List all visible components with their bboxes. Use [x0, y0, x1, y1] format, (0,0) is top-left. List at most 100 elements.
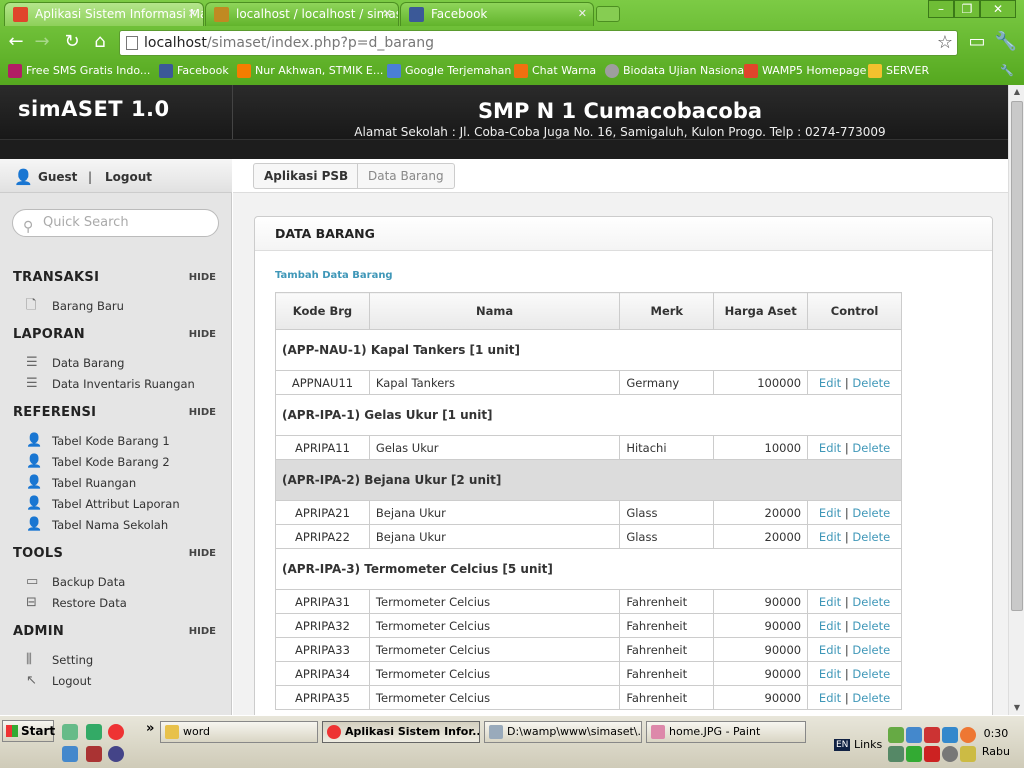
taskbar-button-chrome[interactable]: Aplikasi Sistem Infor...: [322, 721, 480, 743]
language-indicator[interactable]: EN: [834, 739, 851, 751]
wrench-icon[interactable]: 🔧: [994, 31, 1018, 55]
bookmark-star-icon[interactable]: ☆: [937, 31, 953, 55]
tray-icon[interactable]: [960, 727, 976, 743]
tray-icon[interactable]: [906, 746, 922, 762]
quick-search-input[interactable]: ⚲ Quick Search: [12, 209, 219, 237]
edit-link[interactable]: Edit: [819, 667, 841, 681]
bookmark-wamp5[interactable]: WAMP5 Homepage: [744, 62, 866, 80]
close-tab-icon[interactable]: ✕: [578, 3, 587, 25]
quicklaunch-more[interactable]: »: [146, 721, 154, 736]
bookmark-chat-warna[interactable]: Chat Warna: [514, 62, 596, 80]
edit-link[interactable]: Edit: [819, 619, 841, 633]
scrollbar-thumb[interactable]: [1011, 101, 1023, 611]
tray-icon[interactable]: [924, 746, 940, 762]
scroll-down-icon[interactable]: ▼: [1009, 701, 1024, 715]
sidebar-item-data-inventaris[interactable]: ☰ Data Inventaris Ruangan: [26, 374, 195, 394]
sidebar-item-nama-sekolah[interactable]: 👤 Tabel Nama Sekolah: [26, 515, 168, 535]
sidebar-item-backup-data[interactable]: ▭ Backup Data: [26, 572, 125, 592]
hide-toggle[interactable]: HIDE: [189, 626, 216, 637]
tray-icon[interactable]: [942, 727, 958, 743]
delete-link[interactable]: Delete: [852, 376, 890, 390]
sidebar-item-kode-barang-2[interactable]: 👤 Tabel Kode Barang 2: [26, 452, 170, 472]
clock[interactable]: 0:30 Rabu: [982, 725, 1010, 761]
section-tools: TOOLS HIDE: [13, 546, 218, 566]
hide-toggle[interactable]: HIDE: [189, 548, 216, 559]
tray-icon[interactable]: [888, 746, 904, 762]
start-button[interactable]: Start: [2, 720, 56, 742]
hide-toggle[interactable]: HIDE: [189, 272, 216, 283]
app-icon[interactable]: [86, 746, 102, 762]
edit-link[interactable]: Edit: [819, 691, 841, 705]
sidebar-item-logout[interactable]: ↖ Logout: [26, 671, 91, 691]
hide-toggle[interactable]: HIDE: [189, 329, 216, 340]
app-icon[interactable]: [86, 724, 102, 740]
address-bar[interactable]: localhost/simaset/index.php?p=d_barang ☆: [119, 30, 958, 56]
edit-link[interactable]: Edit: [819, 530, 841, 544]
edit-link[interactable]: Edit: [819, 441, 841, 455]
media-icon[interactable]: [108, 746, 124, 762]
back-button[interactable]: ←: [4, 31, 28, 55]
edit-link[interactable]: Edit: [819, 506, 841, 520]
tab-localhost[interactable]: localhost / localhost / simaset / ✕: [205, 2, 399, 26]
app-brand[interactable]: simASET 1.0: [18, 97, 170, 121]
network-icon[interactable]: [62, 724, 78, 740]
forward-button[interactable]: →: [30, 31, 54, 55]
edit-link[interactable]: Edit: [819, 643, 841, 657]
taskbar-button-paint[interactable]: home.JPG - Paint: [646, 721, 806, 743]
links-toolbar[interactable]: Links: [854, 738, 882, 751]
delete-link[interactable]: Delete: [852, 667, 890, 681]
user-name[interactable]: Guest: [38, 159, 77, 195]
sidebar-item-attribut-laporan[interactable]: 👤 Tabel Attribut Laporan: [26, 494, 180, 514]
tray-icon[interactable]: [924, 727, 940, 743]
sidebar-item-setting[interactable]: ⫼ Setting: [26, 650, 93, 670]
breadcrumb-data-barang[interactable]: Data Barang: [357, 163, 455, 189]
page-scrollbar[interactable]: ▲ ▼: [1008, 85, 1024, 715]
taskbar-button-notepad[interactable]: D:\wamp\www\simaset\...: [484, 721, 642, 743]
delete-link[interactable]: Delete: [852, 619, 890, 633]
tray-icon[interactable]: [960, 746, 976, 762]
bookmark-free-sms[interactable]: Free SMS Gratis Indo...: [8, 62, 150, 80]
breadcrumb-aplikasi-psb[interactable]: Aplikasi PSB: [253, 163, 360, 189]
delete-link[interactable]: Delete: [852, 691, 890, 705]
close-window-button[interactable]: ✕: [980, 0, 1016, 18]
sidebar-item-restore-data[interactable]: ⊟ Restore Data: [26, 593, 127, 613]
bookmark-facebook[interactable]: Facebook: [159, 62, 229, 80]
taskbar-button-word[interactable]: word: [160, 721, 318, 743]
maximize-button[interactable]: ❐: [954, 0, 980, 18]
home-button[interactable]: ⌂: [88, 31, 112, 55]
wrench-icon[interactable]: 🔧: [1000, 62, 1014, 80]
delete-link[interactable]: Delete: [852, 595, 890, 609]
tray-icon[interactable]: [888, 727, 904, 743]
edit-link[interactable]: Edit: [819, 595, 841, 609]
hide-toggle[interactable]: HIDE: [189, 407, 216, 418]
close-tab-icon[interactable]: ✕: [188, 3, 197, 25]
start-label: Start: [21, 724, 56, 738]
tambah-data-barang-link[interactable]: Tambah Data Barang: [275, 270, 393, 281]
page-menu-icon[interactable]: ▭: [965, 31, 989, 55]
bookmark-server[interactable]: SERVER: [868, 62, 929, 80]
app-icon[interactable]: [62, 746, 78, 762]
delete-link[interactable]: Delete: [852, 530, 890, 544]
delete-link[interactable]: Delete: [852, 506, 890, 520]
tab-facebook[interactable]: Facebook ✕: [400, 2, 594, 26]
sidebar-item-kode-barang-1[interactable]: 👤 Tabel Kode Barang 1: [26, 431, 170, 451]
tray-icon[interactable]: [906, 727, 922, 743]
chrome-icon[interactable]: [108, 724, 124, 740]
scroll-up-icon[interactable]: ▲: [1009, 85, 1024, 99]
tab-aplikasi[interactable]: Aplikasi Sistem Informasi Mana ✕: [4, 2, 204, 26]
bookmark-google-terjemahan[interactable]: Google Terjemahan: [387, 62, 511, 80]
edit-link[interactable]: Edit: [819, 376, 841, 390]
new-tab-button[interactable]: [596, 6, 620, 22]
reload-button[interactable]: ↻: [60, 31, 84, 55]
sidebar-item-data-barang[interactable]: ☰ Data Barang: [26, 353, 124, 373]
delete-link[interactable]: Delete: [852, 643, 890, 657]
logout-link[interactable]: Logout: [105, 159, 152, 195]
tray-icon[interactable]: [942, 746, 958, 762]
minimize-button[interactable]: –: [928, 0, 954, 18]
bookmark-biodata[interactable]: Biodata Ujian Nasional: [605, 62, 747, 80]
delete-link[interactable]: Delete: [852, 441, 890, 455]
sidebar-item-barang-baru[interactable]: 🗋 Barang Baru: [26, 296, 124, 316]
close-tab-icon[interactable]: ✕: [383, 3, 392, 25]
bookmark-nur-akhwan[interactable]: Nur Akhwan, STMIK E...: [237, 62, 383, 80]
sidebar-item-ruangan[interactable]: 👤 Tabel Ruangan: [26, 473, 136, 493]
